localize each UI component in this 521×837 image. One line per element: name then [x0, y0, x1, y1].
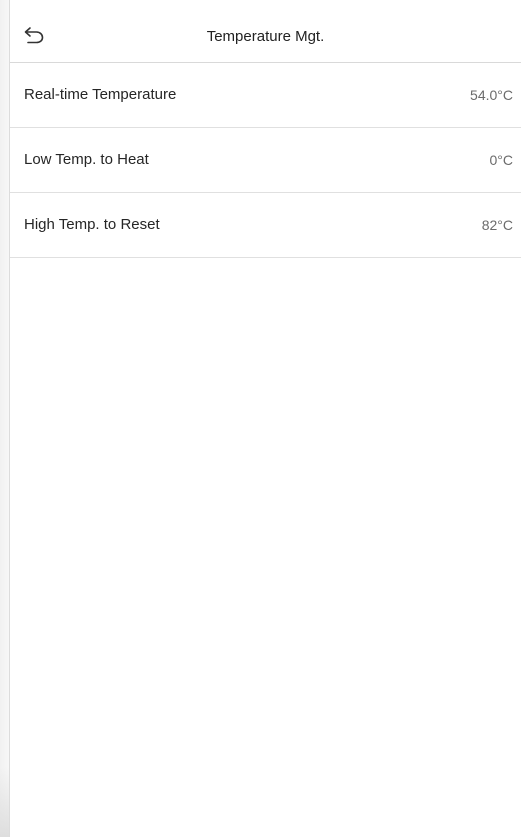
back-button[interactable] [20, 22, 48, 48]
back-arrow-icon [24, 27, 44, 44]
temperature-management-screen: Temperature Mgt. Real-time Temperature 5… [10, 8, 521, 837]
setting-label: Low Temp. to Heat [24, 151, 149, 168]
page-title: Temperature Mgt. [206, 28, 325, 45]
setting-label: High Temp. to Reset [24, 216, 160, 233]
settings-list: Real-time Temperature 54.0°C Low Temp. t… [10, 63, 521, 258]
setting-value: 0°C [489, 152, 514, 168]
device-bezel-shadow [0, 767, 9, 837]
setting-row-low-temp-to-heat[interactable]: Low Temp. to Heat 0°C [10, 128, 521, 193]
app-header: Temperature Mgt. [10, 9, 521, 63]
setting-row-high-temp-to-reset[interactable]: High Temp. to Reset 82°C [10, 193, 521, 258]
setting-row-real-time-temperature[interactable]: Real-time Temperature 54.0°C [10, 63, 521, 128]
device-bezel-edge [0, 0, 10, 837]
setting-label: Real-time Temperature [24, 86, 177, 103]
device-frame: Temperature Mgt. Real-time Temperature 5… [0, 0, 521, 837]
setting-value: 54.0°C [470, 87, 513, 103]
setting-value: 82°C [481, 217, 513, 233]
